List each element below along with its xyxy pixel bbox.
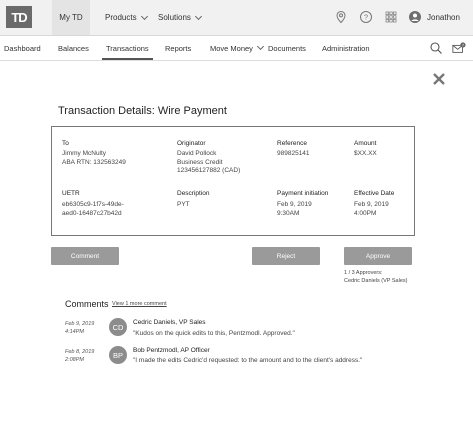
amount-value: $XX.XX	[354, 150, 377, 157]
reference-label: Reference	[277, 140, 307, 147]
tab-dashboard[interactable]: Dashboard	[4, 36, 41, 60]
tab-administration[interactable]: Administration	[322, 36, 370, 60]
notification-count: 7	[462, 43, 464, 48]
tab-administration-label: Administration	[322, 43, 370, 53]
mail-icon[interactable]: 7	[452, 41, 466, 55]
comment-date-day: Feb 8, 2019	[65, 349, 95, 355]
approvers-status: 1 / 3 Approvers: Cedric Daniels (VP Sale…	[344, 270, 407, 285]
comment-author: Bob Pentzmodl, AP Officer	[133, 347, 210, 354]
chevron-down-icon	[256, 42, 264, 51]
avatar: BP	[109, 346, 127, 364]
page-title: Transaction Details: Wire Payment	[58, 105, 227, 117]
description-value: PYT	[177, 201, 190, 208]
tab-move-money-label: Move Money	[210, 43, 253, 53]
tab-transactions[interactable]: Transactions	[102, 36, 153, 60]
description-label: Description	[177, 190, 210, 197]
location-icon[interactable]	[334, 10, 348, 24]
apps-grid-icon[interactable]	[384, 10, 398, 24]
reference-value: 989825141	[277, 150, 310, 157]
chevron-down-icon	[140, 12, 148, 20]
to-value: Jimmy McNulty ABA RTN: 132563249	[62, 150, 126, 166]
comment-date: Feb 9, 2019 4:14PM	[65, 320, 94, 336]
originator-value: David Pollock Business Credit 1234561278…	[177, 150, 241, 174]
comment-date-time: 4:14PM	[65, 329, 84, 335]
to-label: To	[62, 140, 69, 147]
help-icon[interactable]: ?	[359, 10, 373, 24]
payment-initiation-label: Payment initiation	[277, 190, 329, 197]
user-avatar-icon[interactable]	[408, 10, 422, 24]
tab-transactions-label: Transactions	[106, 43, 149, 53]
comments-heading: Comments	[65, 299, 109, 309]
tab-documents[interactable]: Documents	[268, 36, 306, 60]
approvers-names: Cedric Daniels (VP Sales)	[344, 277, 408, 284]
uetr-label: UETR	[62, 190, 80, 197]
nav-products-label: Products	[105, 13, 137, 22]
comment-text: "Kudos on the quick edits to this, Pentz…	[133, 330, 295, 337]
comment-date-day: Feb 9, 2019	[65, 321, 95, 327]
username[interactable]: Jonathon	[427, 0, 460, 35]
effective-date-label: Effective Date	[354, 190, 395, 197]
reject-button[interactable]: Reject	[252, 247, 320, 265]
approve-button[interactable]: Approve	[344, 247, 412, 265]
approvers-count: 1 / 3 Approvers:	[344, 270, 383, 276]
nav-my-td[interactable]: My TD	[52, 0, 90, 35]
secondary-nav: Dashboard Balances Transactions Reports …	[0, 36, 473, 61]
top-bar: TD My TD Products Solutions ? Jonathon	[0, 0, 473, 36]
tab-balances[interactable]: Balances	[58, 36, 89, 60]
transaction-details-panel: To Jimmy McNulty ABA RTN: 132563249 Orig…	[51, 126, 415, 236]
tab-move-money[interactable]: Move Money	[210, 36, 264, 60]
tab-documents-label: Documents	[268, 43, 306, 53]
originator-label: Originator	[177, 140, 206, 147]
effective-date-value: Feb 9, 2019 4:00PM	[354, 201, 389, 217]
tab-reports-label: Reports	[165, 43, 192, 53]
amount-label: Amount	[354, 140, 377, 147]
view-more-comments-link[interactable]: View 1 more comment	[112, 301, 167, 307]
close-icon[interactable]	[432, 72, 446, 86]
svg-text:?: ?	[364, 13, 368, 22]
avatar: CD	[109, 318, 127, 336]
uetr-value: eb6305c9-1f7s-49de- aed0-16487c27b42d	[62, 201, 124, 217]
tab-dashboard-label: Dashboard	[4, 43, 41, 53]
comment-text: "I made the edits Cedric'd requested: to…	[133, 357, 363, 364]
tab-balances-label: Balances	[58, 43, 89, 53]
nav-solutions-label: Solutions	[158, 13, 191, 22]
nav-my-td-label: My TD	[59, 13, 83, 22]
nav-products[interactable]: Products	[105, 0, 148, 35]
payment-initiation-value: Feb 9, 2019 9:30AM	[277, 201, 312, 217]
comment-date-time: 2:08PM	[65, 357, 84, 363]
tab-reports[interactable]: Reports	[165, 36, 191, 60]
comment-date: Feb 8, 2019 2:08PM	[65, 348, 94, 364]
search-icon[interactable]	[429, 41, 443, 55]
td-logo[interactable]: TD	[6, 6, 32, 28]
chevron-down-icon	[194, 12, 202, 20]
comment-author: Cedric Daniels, VP Sales	[133, 319, 206, 326]
nav-solutions[interactable]: Solutions	[158, 0, 202, 35]
comment-button[interactable]: Comment	[51, 247, 119, 265]
